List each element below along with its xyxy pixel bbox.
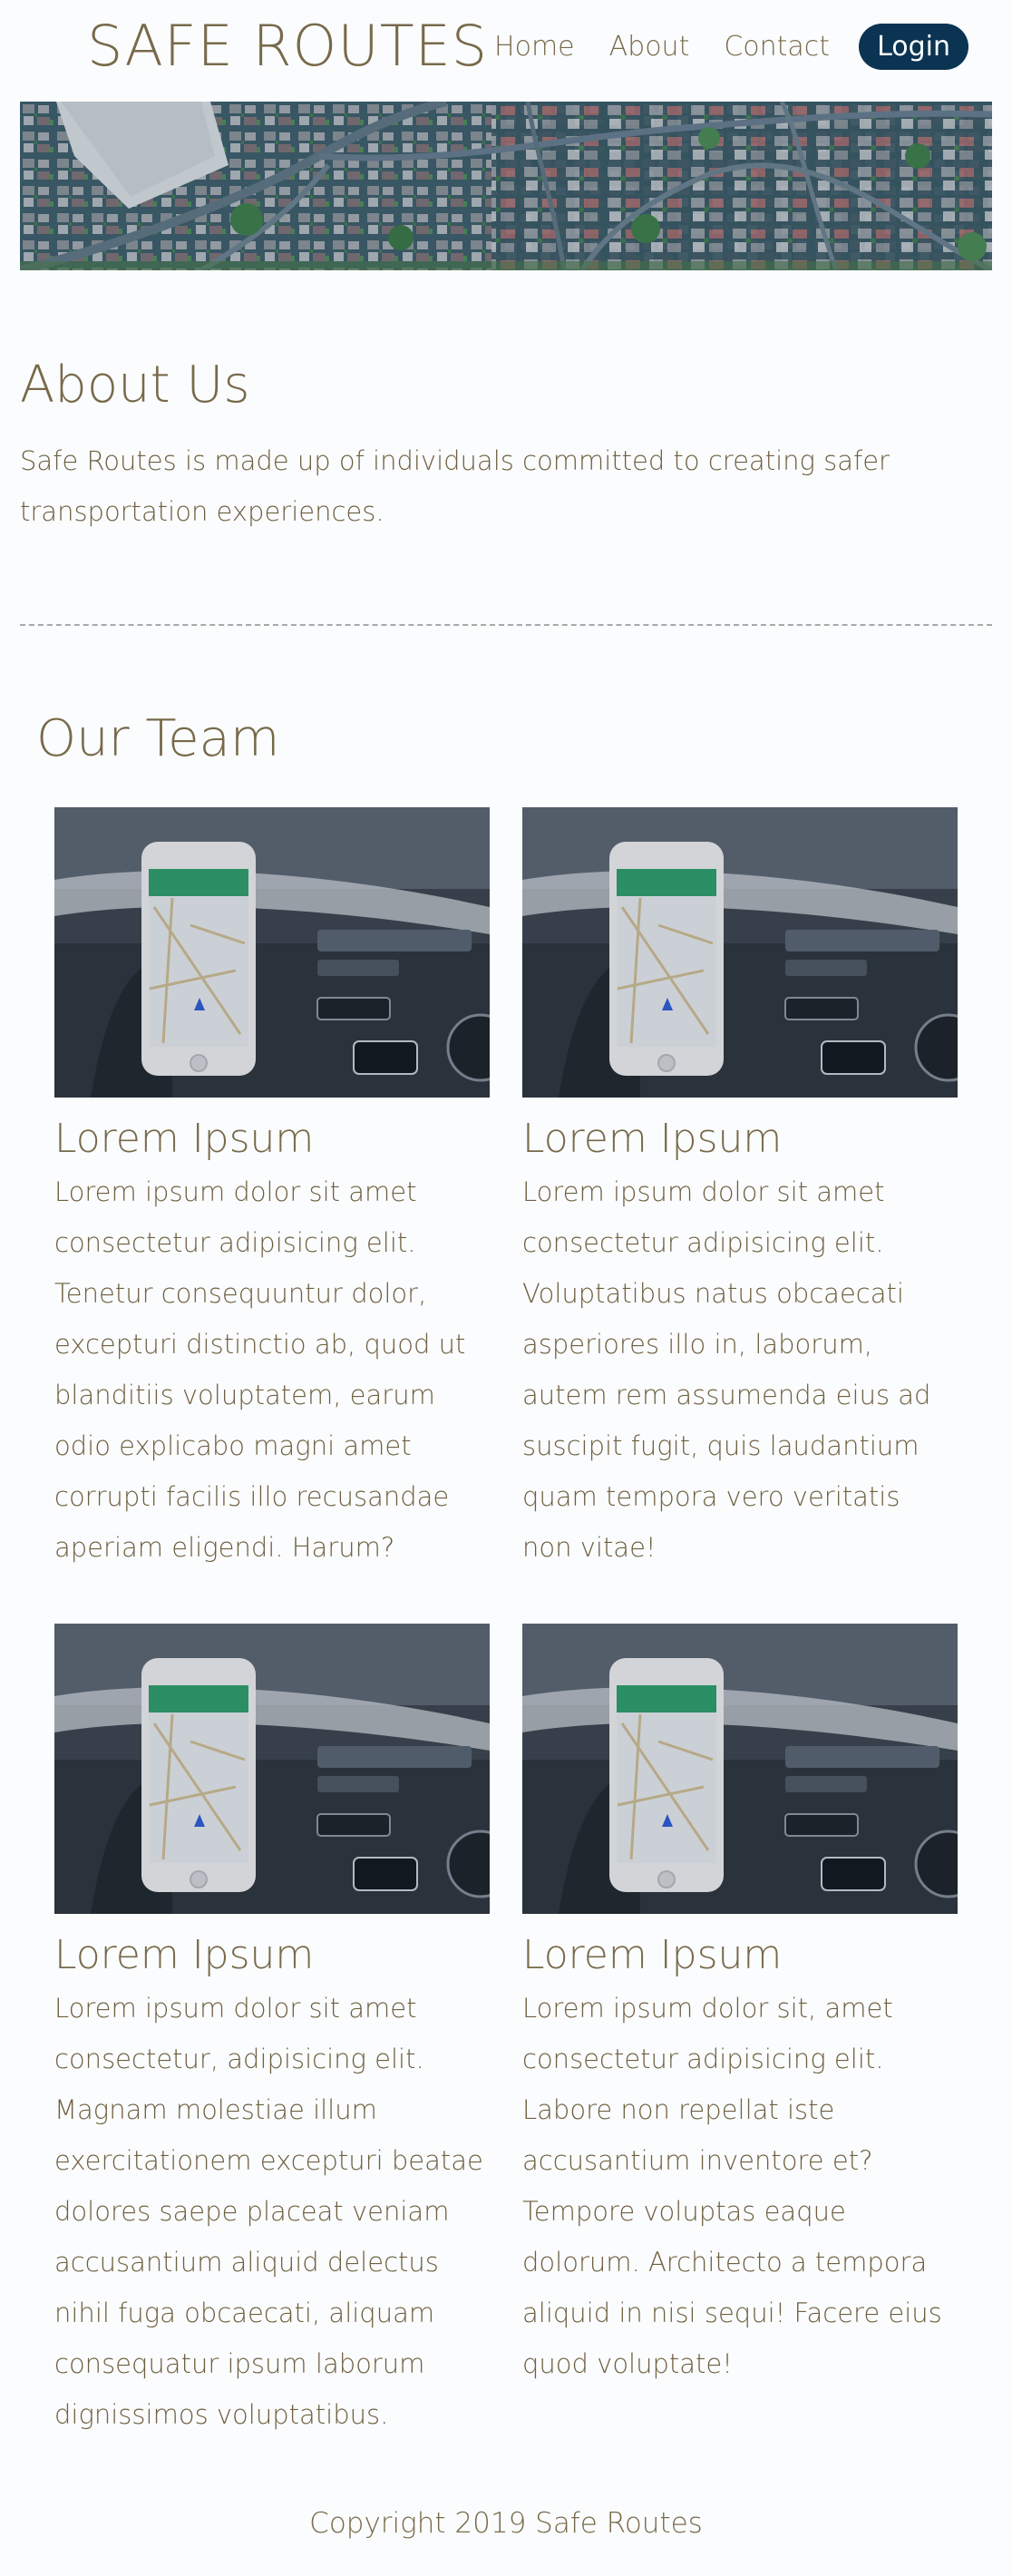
team-member-photo [522,1624,958,1914]
team-member-name: Lorem Ipsum [54,1116,315,1162]
footer-copyright: Copyright 2019 Safe Routes [309,2507,703,2540]
team-title: Our Team [36,709,280,768]
team-card: Lorem Ipsum Lorem ipsum dolor sit, amet … [522,1624,958,2389]
team-member-name: Lorem Ipsum [522,1116,783,1162]
team-member-photo [522,807,958,1098]
nav-home-link[interactable]: Home [494,31,575,63]
team-member-photo [54,807,490,1098]
team-member-bio: Lorem ipsum dolor sit amet consectetur, … [54,1993,483,2430]
nav-contact-link[interactable]: Contact [724,31,830,63]
team-member-bio: Lorem ipsum dolor sit amet consectetur a… [54,1176,466,1563]
about-title: About Us [20,356,250,415]
hero-banner-image [20,102,992,270]
team-member-photo [54,1624,490,1914]
brand-logo[interactable]: SAFE ROUTES [87,13,488,79]
team-card: Lorem Ipsum Lorem ipsum dolor sit amet c… [54,1624,490,2440]
team-member-name: Lorem Ipsum [54,1932,315,1978]
about-text: Safe Routes is made up of individuals co… [20,445,890,527]
nav-about-link[interactable]: About [609,31,690,63]
team-member-bio: Lorem ipsum dolor sit, amet consectetur … [522,1993,942,2379]
login-button[interactable]: Login [859,24,968,70]
team-card: Lorem Ipsum Lorem ipsum dolor sit amet c… [54,807,490,1573]
team-member-name: Lorem Ipsum [522,1932,783,1978]
main-nav: Home About Contact Login [460,24,968,70]
site-header: SAFE ROUTES Home About Contact Login [0,0,1012,102]
section-divider [20,624,992,626]
team-card: Lorem Ipsum Lorem ipsum dolor sit amet c… [522,807,958,1573]
team-member-bio: Lorem ipsum dolor sit amet consectetur a… [522,1176,931,1563]
